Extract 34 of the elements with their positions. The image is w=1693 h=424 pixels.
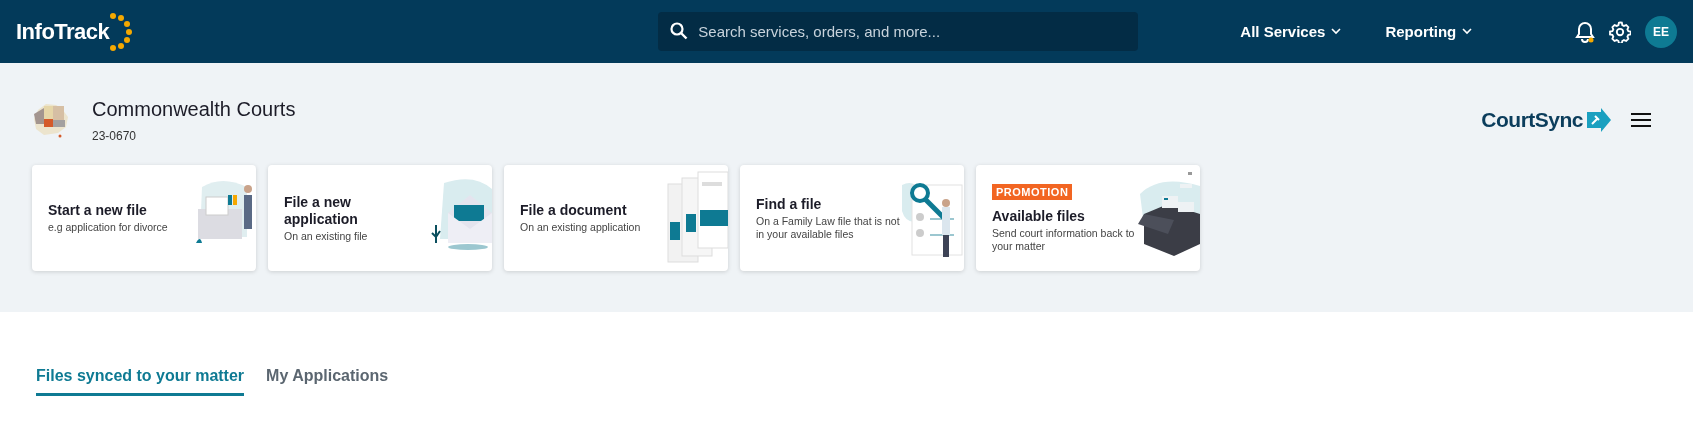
search-field[interactable]: Search services, orders, and more... <box>658 12 1139 51</box>
settings-icon[interactable] <box>1609 20 1631 43</box>
card-title: Available files <box>992 207 1086 225</box>
action-card[interactable]: PROMOTION Available files Send court information back to your matter <box>976 165 1200 271</box>
card-title: File a document <box>520 202 628 219</box>
card-subtitle: On an existing application <box>520 221 642 234</box>
bell-icon[interactable] <box>1575 20 1595 43</box>
action-card[interactable]: Find a file On a Family Law file that is not in your available files <box>740 165 964 271</box>
action-card[interactable]: Start a new file e.g application for divorce <box>32 165 256 271</box>
card-subtitle: On a Family Law file that is not in your available files <box>756 214 900 241</box>
brand-logo-text: CourtSync <box>1481 108 1583 132</box>
card-title: File a new application <box>284 193 359 228</box>
action-card[interactable]: File a document On an existing application <box>504 165 728 271</box>
card-subtitle: On an existing file <box>284 229 369 243</box>
chevron-down-icon <box>1331 28 1342 35</box>
card-title: Start a new file <box>48 202 148 219</box>
promotion-badge: PROMOTION <box>992 183 1073 200</box>
tab[interactable]: Files synced to your matter <box>36 366 245 396</box>
chevron-down-icon <box>1462 28 1473 35</box>
search-icon <box>670 22 689 40</box>
menu-icon[interactable] <box>1631 112 1651 128</box>
nav-menu[interactable]: Reporting <box>1385 23 1473 40</box>
action-card[interactable]: File a new application On an existing file <box>268 165 492 271</box>
user-avatar[interactable]: EE <box>1645 15 1677 48</box>
logo-mark-icon <box>109 11 134 52</box>
nav-menu[interactable]: All Services <box>1240 23 1342 40</box>
card-subtitle: Send court information back to your matter <box>992 226 1136 253</box>
card-title: Find a file <box>756 195 823 213</box>
card-subtitle: e.g application for divorce <box>48 221 169 234</box>
court-title: Commonwealth Courts <box>92 97 296 121</box>
tab[interactable]: My Applications <box>266 366 389 396</box>
matter-number: 23-0670 <box>92 128 138 143</box>
gavel-arrow-icon <box>1585 108 1611 132</box>
logo-text[interactable]: InfoTrack <box>16 18 110 45</box>
